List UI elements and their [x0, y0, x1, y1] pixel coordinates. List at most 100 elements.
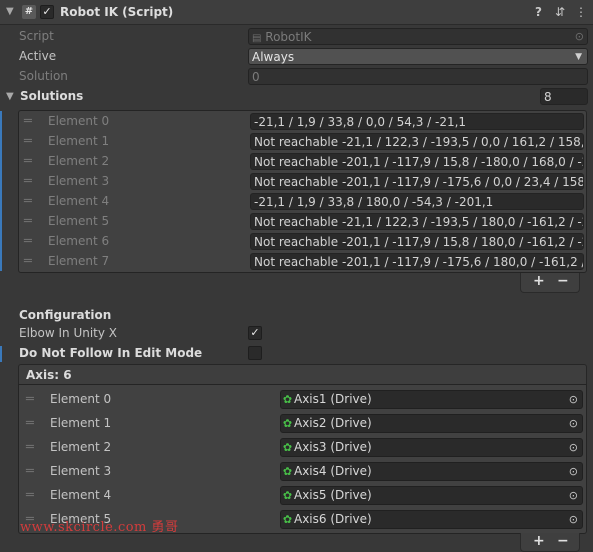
drag-handle-icon[interactable]: ═: [24, 155, 32, 168]
solutions-label: Solutions: [20, 89, 84, 103]
add-axis-button[interactable]: +: [533, 533, 545, 549]
drag-handle-icon[interactable]: ═: [26, 417, 34, 430]
follow-label: Do Not Follow In Edit Mode: [19, 346, 203, 360]
solutions-add-remove: + −: [520, 273, 580, 293]
drag-handle-icon[interactable]: ═: [26, 393, 34, 406]
list-item[interactable]: ═ Element 7 Not reachable -201,1 / -117,…: [0, 252, 593, 272]
element-label: Element 4: [48, 194, 110, 208]
solution-value: Not reachable -201,1 / -117,9 / 15,8 / 1…: [254, 235, 584, 249]
more-options-icon[interactable]: ⋮: [575, 5, 587, 19]
solution-label: Solution: [19, 69, 68, 83]
axis-object-field[interactable]: ✿ Axis6 (Drive) ⊙: [280, 510, 583, 529]
list-item[interactable]: ═ Element 6 Not reachable -201,1 / -117,…: [0, 232, 593, 252]
axis-object-value: Axis6 (Drive): [294, 512, 372, 526]
drag-handle-icon[interactable]: ═: [24, 215, 32, 228]
elbow-checkbox[interactable]: ✓: [248, 326, 262, 340]
follow-checkbox[interactable]: [248, 346, 262, 360]
axis-object-field[interactable]: ✿ Axis5 (Drive) ⊙: [280, 486, 583, 505]
remove-axis-button[interactable]: −: [557, 533, 569, 549]
solution-value-field[interactable]: -21,1 / 1,9 / 33,8 / 180,0 / -54,3 / -20…: [250, 193, 584, 210]
element-label: Element 2: [50, 440, 112, 454]
drag-handle-icon[interactable]: ═: [24, 235, 32, 248]
script-field-value: RobotIK: [265, 30, 312, 44]
axis-object-field[interactable]: ✿ Axis4 (Drive) ⊙: [280, 462, 583, 481]
list-item[interactable]: ═ Element 4 ✿ Axis5 (Drive) ⊙: [0, 484, 593, 508]
elbow-label: Elbow In Unity X: [19, 326, 118, 340]
drag-handle-icon[interactable]: ═: [24, 195, 32, 208]
solution-value-field[interactable]: Not reachable -21,1 / 122,3 / -193,5 / 1…: [250, 213, 584, 230]
solution-value: Not reachable -21,1 / 122,3 / -193,5 / 1…: [254, 215, 584, 229]
solution-value: -21,1 / 1,9 / 33,8 / 180,0 / -54,3 / -20…: [254, 195, 494, 209]
solutions-foldout-icon[interactable]: ▼: [6, 91, 14, 102]
element-label: Element 3: [48, 174, 110, 188]
element-label: Element 0: [50, 392, 112, 406]
configuration-heading: Configuration: [19, 308, 112, 322]
gear-icon: ✿: [282, 417, 293, 430]
list-item[interactable]: ═ Element 3 ✿ Axis4 (Drive) ⊙: [0, 460, 593, 484]
script-label: Script: [19, 29, 54, 43]
object-picker-icon[interactable]: ⊙: [569, 463, 578, 480]
solution-value: -21,1 / 1,9 / 33,8 / 0,0 / 54,3 / -21,1: [254, 115, 467, 129]
solution-field-value: 0: [252, 70, 260, 84]
solution-value-field[interactable]: Not reachable -201,1 / -117,9 / -175,6 /…: [250, 253, 584, 270]
drag-handle-icon[interactable]: ═: [26, 465, 34, 478]
axis-list-header[interactable]: Axis: 6: [18, 364, 587, 385]
gear-icon: ✿: [282, 393, 293, 406]
foldout-arrow-icon[interactable]: ▼: [6, 6, 14, 17]
object-picker-icon[interactable]: ⊙: [569, 487, 578, 504]
object-picker-icon[interactable]: ⊙: [569, 439, 578, 456]
drag-handle-icon[interactable]: ═: [24, 135, 32, 148]
drag-handle-icon[interactable]: ═: [26, 489, 34, 502]
solution-field: 0: [248, 68, 588, 85]
presets-icon[interactable]: ⇵: [555, 5, 565, 19]
help-icon[interactable]: ?: [535, 5, 542, 19]
list-item[interactable]: ═ Element 1 Not reachable -21,1 / 122,3 …: [0, 132, 593, 152]
axis-count-label: Axis: 6: [26, 368, 72, 382]
element-label: Element 2: [48, 154, 110, 168]
object-picker-icon[interactable]: ⊙: [569, 511, 578, 528]
axis-object-field[interactable]: ✿ Axis3 (Drive) ⊙: [280, 438, 583, 457]
element-label: Element 5: [48, 214, 110, 228]
list-item[interactable]: ═ Element 0 ✿ Axis1 (Drive) ⊙: [0, 388, 593, 412]
dropdown-caret-icon: ▼: [575, 52, 582, 62]
solution-value-field[interactable]: Not reachable -201,1 / -117,9 / 15,8 / 1…: [250, 233, 584, 250]
axis-object-value: Axis3 (Drive): [294, 440, 372, 454]
list-item[interactable]: ═ Element 2 Not reachable -201,1 / -117,…: [0, 152, 593, 172]
drag-handle-icon[interactable]: ═: [26, 441, 34, 454]
remove-element-button[interactable]: −: [557, 273, 569, 289]
solution-value: Not reachable -201,1 / -117,9 / -175,6 /…: [254, 255, 584, 269]
axis-object-value: Axis5 (Drive): [294, 488, 372, 502]
active-dropdown[interactable]: Always ▼: [248, 48, 588, 65]
axis-object-value: Axis1 (Drive): [294, 392, 372, 406]
element-label: Element 1: [50, 416, 112, 430]
solution-value-field[interactable]: Not reachable -201,1 / -117,9 / -175,6 /…: [250, 173, 584, 190]
gear-icon: ✿: [282, 465, 293, 478]
list-item[interactable]: ═ Element 0 -21,1 / 1,9 / 33,8 / 0,0 / 5…: [0, 112, 593, 132]
solution-value: Not reachable -21,1 / 122,3 / -193,5 / 0…: [254, 135, 584, 149]
drag-handle-icon[interactable]: ═: [24, 115, 32, 128]
drag-handle-icon[interactable]: ═: [24, 175, 32, 188]
gear-icon: ✿: [282, 513, 293, 526]
component-enabled-checkbox[interactable]: ✓: [40, 5, 54, 19]
axis-object-field[interactable]: ✿ Axis1 (Drive) ⊙: [280, 390, 583, 409]
drag-handle-icon[interactable]: ═: [24, 255, 32, 268]
object-picker-icon[interactable]: ⊙: [569, 415, 578, 432]
modified-indicator-bar: [0, 346, 2, 362]
watermark-text: www.skcircle.com 勇哥: [20, 520, 179, 535]
list-item[interactable]: ═ Element 5 Not reachable -21,1 / 122,3 …: [0, 212, 593, 232]
solution-value-field[interactable]: Not reachable -21,1 / 122,3 / -193,5 / 0…: [250, 133, 584, 150]
axis-rows: ═ Element 0 ✿ Axis1 (Drive) ⊙ ═ Element 1…: [0, 388, 593, 532]
active-dropdown-value: Always: [252, 50, 295, 64]
add-element-button[interactable]: +: [533, 273, 545, 289]
axis-object-field[interactable]: ✿ Axis2 (Drive) ⊙: [280, 414, 583, 433]
list-item[interactable]: ═ Element 4 -21,1 / 1,9 / 33,8 / 180,0 /…: [0, 192, 593, 212]
list-item[interactable]: ═ Element 3 Not reachable -201,1 / -117,…: [0, 172, 593, 192]
object-picker-icon[interactable]: ⊙: [569, 391, 578, 408]
list-item[interactable]: ═ Element 1 ✿ Axis2 (Drive) ⊙: [0, 412, 593, 436]
solution-value-field[interactable]: Not reachable -201,1 / -117,9 / 15,8 / -…: [250, 153, 584, 170]
script-field: ▤ RobotIK ⊙: [248, 28, 588, 45]
list-item[interactable]: ═ Element 2 ✿ Axis3 (Drive) ⊙: [0, 436, 593, 460]
solution-value-field[interactable]: -21,1 / 1,9 / 33,8 / 0,0 / 54,3 / -21,1: [250, 113, 584, 130]
solutions-size-field[interactable]: 8: [540, 88, 588, 105]
element-label: Element 4: [50, 488, 112, 502]
